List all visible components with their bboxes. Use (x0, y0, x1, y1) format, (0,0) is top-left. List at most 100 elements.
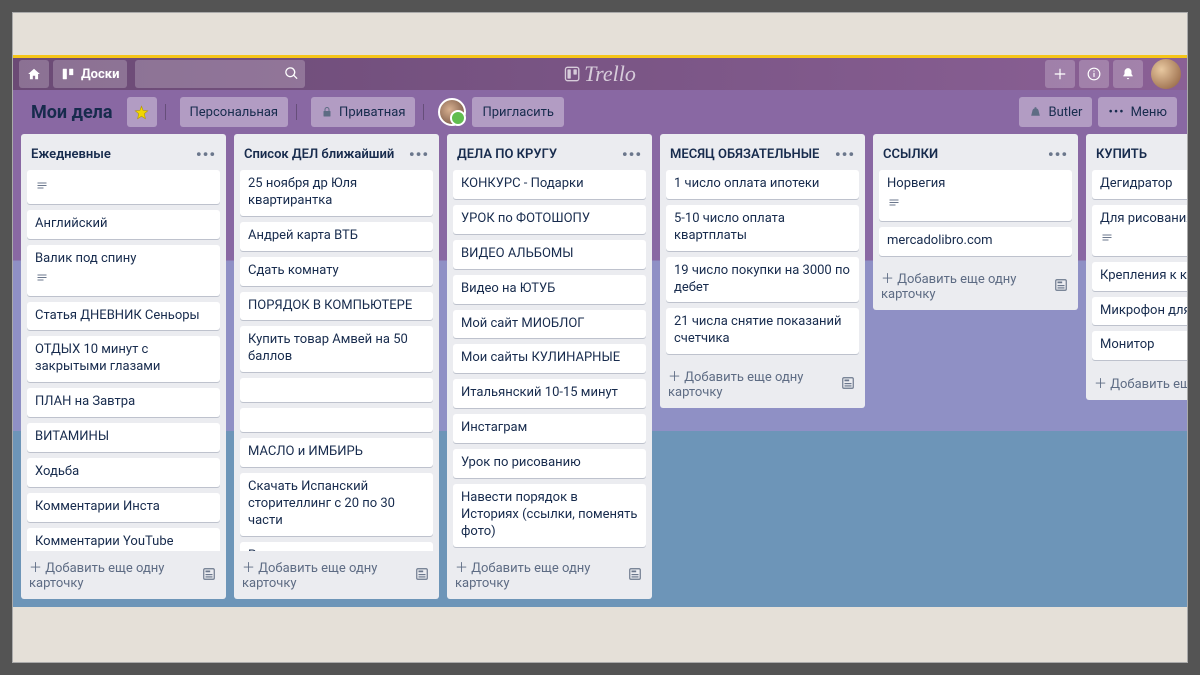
board-background: Мои дела Персональная Приватная Пригласи… (13, 90, 1187, 607)
card[interactable]: 25 ноября др Юля квартирантка (240, 170, 433, 216)
card-template-button[interactable] (626, 564, 644, 584)
card-title: Крепления к кам (1100, 268, 1187, 283)
card[interactable]: Для рисования (1092, 205, 1187, 256)
menu-button[interactable]: ••• Меню (1098, 97, 1177, 127)
card[interactable]: Мои сайты КУЛИНАРНЫЕ (453, 344, 646, 373)
list-menu-button[interactable]: ••• (833, 142, 857, 166)
home-button[interactable] (19, 60, 49, 88)
notifications-button[interactable] (1113, 60, 1143, 88)
add-card-label: ＋ Добавить еще одну карточку (242, 557, 413, 591)
card[interactable]: 1 число оплата ипотеки (666, 170, 859, 199)
add-card-button[interactable]: ＋ Добавить еще одну карточку (660, 360, 865, 408)
star-button[interactable] (127, 97, 157, 127)
list-header: ССЫЛКИ ••• (873, 134, 1078, 170)
card[interactable]: Английский (27, 210, 220, 239)
card-template-button[interactable] (1052, 275, 1070, 295)
card[interactable]: Навести порядок в Историях (ссылки, поме… (453, 484, 646, 547)
add-card-button[interactable]: ＋ Добавить еще одну карточку (21, 551, 226, 599)
create-button[interactable] (1045, 60, 1075, 88)
add-card-button[interactable]: ＋ Добавить еще одну карточку (234, 551, 439, 599)
card[interactable]: УРОК по ФОТОШОПУ (453, 205, 646, 234)
list-menu-button[interactable]: ••• (407, 142, 431, 166)
list-menu-button[interactable]: ••• (1046, 142, 1070, 166)
list-menu-button[interactable]: ••• (620, 142, 644, 166)
card[interactable]: КОНКУРС - Подарки (453, 170, 646, 199)
list-title[interactable]: ДЕЛА ПО КРУГУ (457, 147, 557, 162)
card[interactable]: 21 числа снятие показаний счетчика (666, 308, 859, 354)
card-template-button[interactable] (839, 373, 857, 393)
card[interactable]: МАСЛО и ИМБИРЬ (240, 438, 433, 467)
list-title[interactable]: КУПИТЬ (1096, 147, 1147, 162)
add-card-button[interactable]: ＋ Добавить еще одну карточку (873, 262, 1078, 310)
card[interactable]: Сдать комнату (240, 257, 433, 286)
card[interactable]: ПОРЯДОК В КОМПЬЮТЕРЕ (240, 292, 433, 321)
card[interactable]: 19 число покупки на 3000 по дебет (666, 257, 859, 303)
team-button[interactable]: Персональная (180, 97, 289, 127)
card[interactable]: Монитор (1092, 331, 1187, 360)
card[interactable]: 5-10 число оплата квартплаты (666, 205, 859, 251)
list-title[interactable]: Список ДЕЛ ближайший (244, 147, 394, 162)
card-title: mercadolibro.com (887, 233, 993, 248)
card[interactable]: ВИДЕО АЛЬБОМЫ (453, 240, 646, 269)
card-title: Инстаграм (461, 420, 527, 435)
member-avatar[interactable] (438, 98, 466, 126)
card[interactable]: Урок по рисованию (453, 449, 646, 478)
card[interactable]: Крепления к кам (1092, 262, 1187, 291)
invite-button[interactable]: Пригласить (472, 97, 564, 127)
card[interactable]: Распечатать страховку для Канады (240, 542, 433, 551)
card-title: Навести порядок в Историях (ссылки, поме… (461, 490, 637, 539)
card[interactable]: ВИТАМИНЫ (27, 423, 220, 452)
list-header: Ежедневные ••• (21, 134, 226, 170)
list-title[interactable]: ССЫЛКИ (883, 147, 938, 162)
search-input[interactable] (135, 60, 305, 88)
card-title: Комментарии Инста (35, 499, 160, 514)
list: ДЕЛА ПО КРУГУ ••• КОНКУРС - Подарки УРОК по… (447, 134, 652, 599)
card[interactable] (240, 378, 433, 402)
card[interactable]: Инстаграм (453, 414, 646, 443)
description-icon (35, 180, 212, 198)
card[interactable]: Андрей карта ВТБ (240, 222, 433, 251)
card[interactable]: ПЛАН на Завтра (27, 388, 220, 417)
butler-icon (1029, 106, 1042, 119)
card[interactable]: Комментарии YouTube (27, 528, 220, 551)
card[interactable]: Комментарии Инста (27, 493, 220, 522)
divider (165, 104, 166, 120)
card[interactable]: Купить товар Амвей на 50 баллов (240, 326, 433, 372)
user-avatar[interactable] (1151, 59, 1181, 89)
card[interactable]: Скачать Испанский сторителлинг с 20 по 3… (240, 473, 433, 536)
card[interactable]: Мой сайт МИОБЛОГ (453, 310, 646, 339)
card[interactable]: Видео на ЮТУБ (453, 275, 646, 304)
card[interactable]: Норвегия (879, 170, 1072, 221)
bell-icon (1121, 67, 1135, 81)
list-title[interactable]: МЕСЯЦ ОБЯЗАТЕЛЬНЫЕ (670, 147, 819, 162)
card[interactable]: Микрофон для (1092, 297, 1187, 326)
list-header: КУПИТЬ••• (1086, 134, 1187, 170)
card[interactable]: mercadolibro.com (879, 227, 1072, 256)
card[interactable] (240, 408, 433, 432)
trello-logo[interactable]: Trello (564, 61, 636, 87)
lists-container[interactable]: Ежедневные ••• Английский Валик под спину Ст… (13, 134, 1187, 607)
board-title[interactable]: Мои дела (23, 102, 121, 123)
card-template-button[interactable] (413, 564, 431, 584)
card-template-button[interactable] (200, 564, 218, 584)
add-card-button[interactable]: ＋ Добавить еще (1086, 366, 1187, 400)
add-card-button[interactable]: ＋ Добавить еще одну карточку (447, 551, 652, 599)
card-title: КОНКУРС - Подарки (461, 176, 584, 191)
visibility-button[interactable]: Приватная (311, 97, 415, 127)
card[interactable]: Ходьба (27, 458, 220, 487)
card[interactable]: Итальянский 10-15 минут (453, 379, 646, 408)
card[interactable]: ОТДЫХ 10 минут с закрытыми глазами (27, 336, 220, 382)
list-header: МЕСЯЦ ОБЯЗАТЕЛЬНЫЕ ••• (660, 134, 865, 170)
list-menu-button[interactable]: ••• (194, 142, 218, 166)
butler-button[interactable]: Butler (1019, 97, 1092, 127)
card-title: 25 ноября др Юля квартирантка (248, 176, 357, 208)
card[interactable]: Валик под спину (27, 245, 220, 296)
card[interactable] (27, 170, 220, 204)
info-button[interactable] (1079, 60, 1109, 88)
lock-icon (321, 106, 333, 118)
boards-button[interactable]: Доски (53, 60, 127, 88)
card[interactable]: Дегидратор (1092, 170, 1187, 199)
card[interactable]: Статья ДНЕВНИК Сеньоры (27, 302, 220, 331)
list-header: Список ДЕЛ ближайший ••• (234, 134, 439, 170)
list-title[interactable]: Ежедневные (31, 147, 111, 162)
